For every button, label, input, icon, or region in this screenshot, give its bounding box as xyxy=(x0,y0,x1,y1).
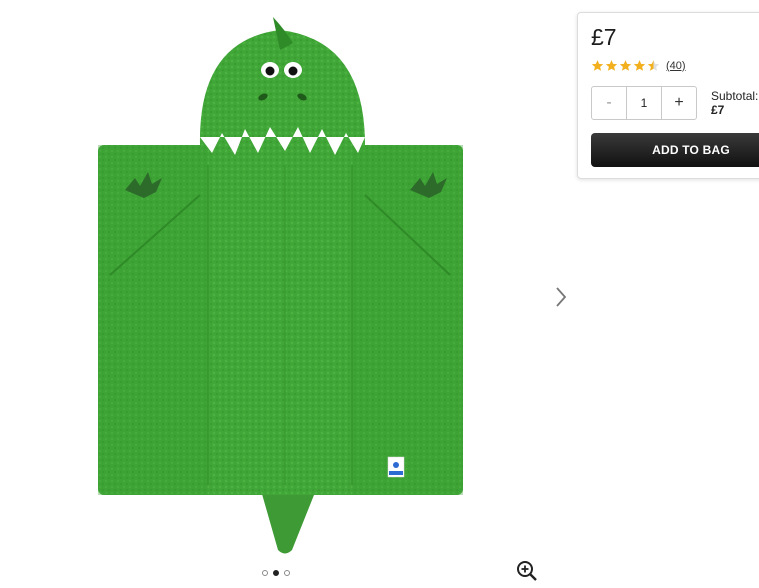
add-to-bag-button[interactable]: ADD TO BAG xyxy=(591,133,759,167)
star-icon xyxy=(605,60,618,71)
carousel-dot[interactable] xyxy=(284,570,290,576)
subtotal-label: Subtotal: xyxy=(711,89,759,103)
star-icon xyxy=(619,60,632,71)
star-icon xyxy=(591,60,604,71)
increase-quantity-button[interactable]: + xyxy=(661,87,696,119)
rating: (40) xyxy=(591,59,686,72)
subtotal: Subtotal: £7 xyxy=(711,89,758,117)
purchase-panel: £7 (40) - 1 + Subtotal: £7 ADD TO BAG xyxy=(577,12,759,179)
quantity-input[interactable]: 1 xyxy=(627,87,661,119)
zoom-icon[interactable] xyxy=(516,560,538,582)
quantity-stepper: - 1 + xyxy=(591,86,697,120)
star-icon xyxy=(633,60,646,71)
product-price: £7 xyxy=(591,24,617,50)
half-star-icon xyxy=(647,60,660,71)
carousel-dot[interactable] xyxy=(262,570,268,576)
subtotal-value: £7 xyxy=(711,103,725,117)
decrease-quantity-button[interactable]: - xyxy=(592,87,627,119)
product-gallery xyxy=(0,0,575,588)
next-image-arrow[interactable] xyxy=(552,285,570,309)
product-image xyxy=(98,17,463,554)
carousel-dots xyxy=(262,570,290,576)
carousel-dot-active[interactable] xyxy=(273,570,279,576)
review-count-link[interactable]: (40) xyxy=(666,60,686,72)
